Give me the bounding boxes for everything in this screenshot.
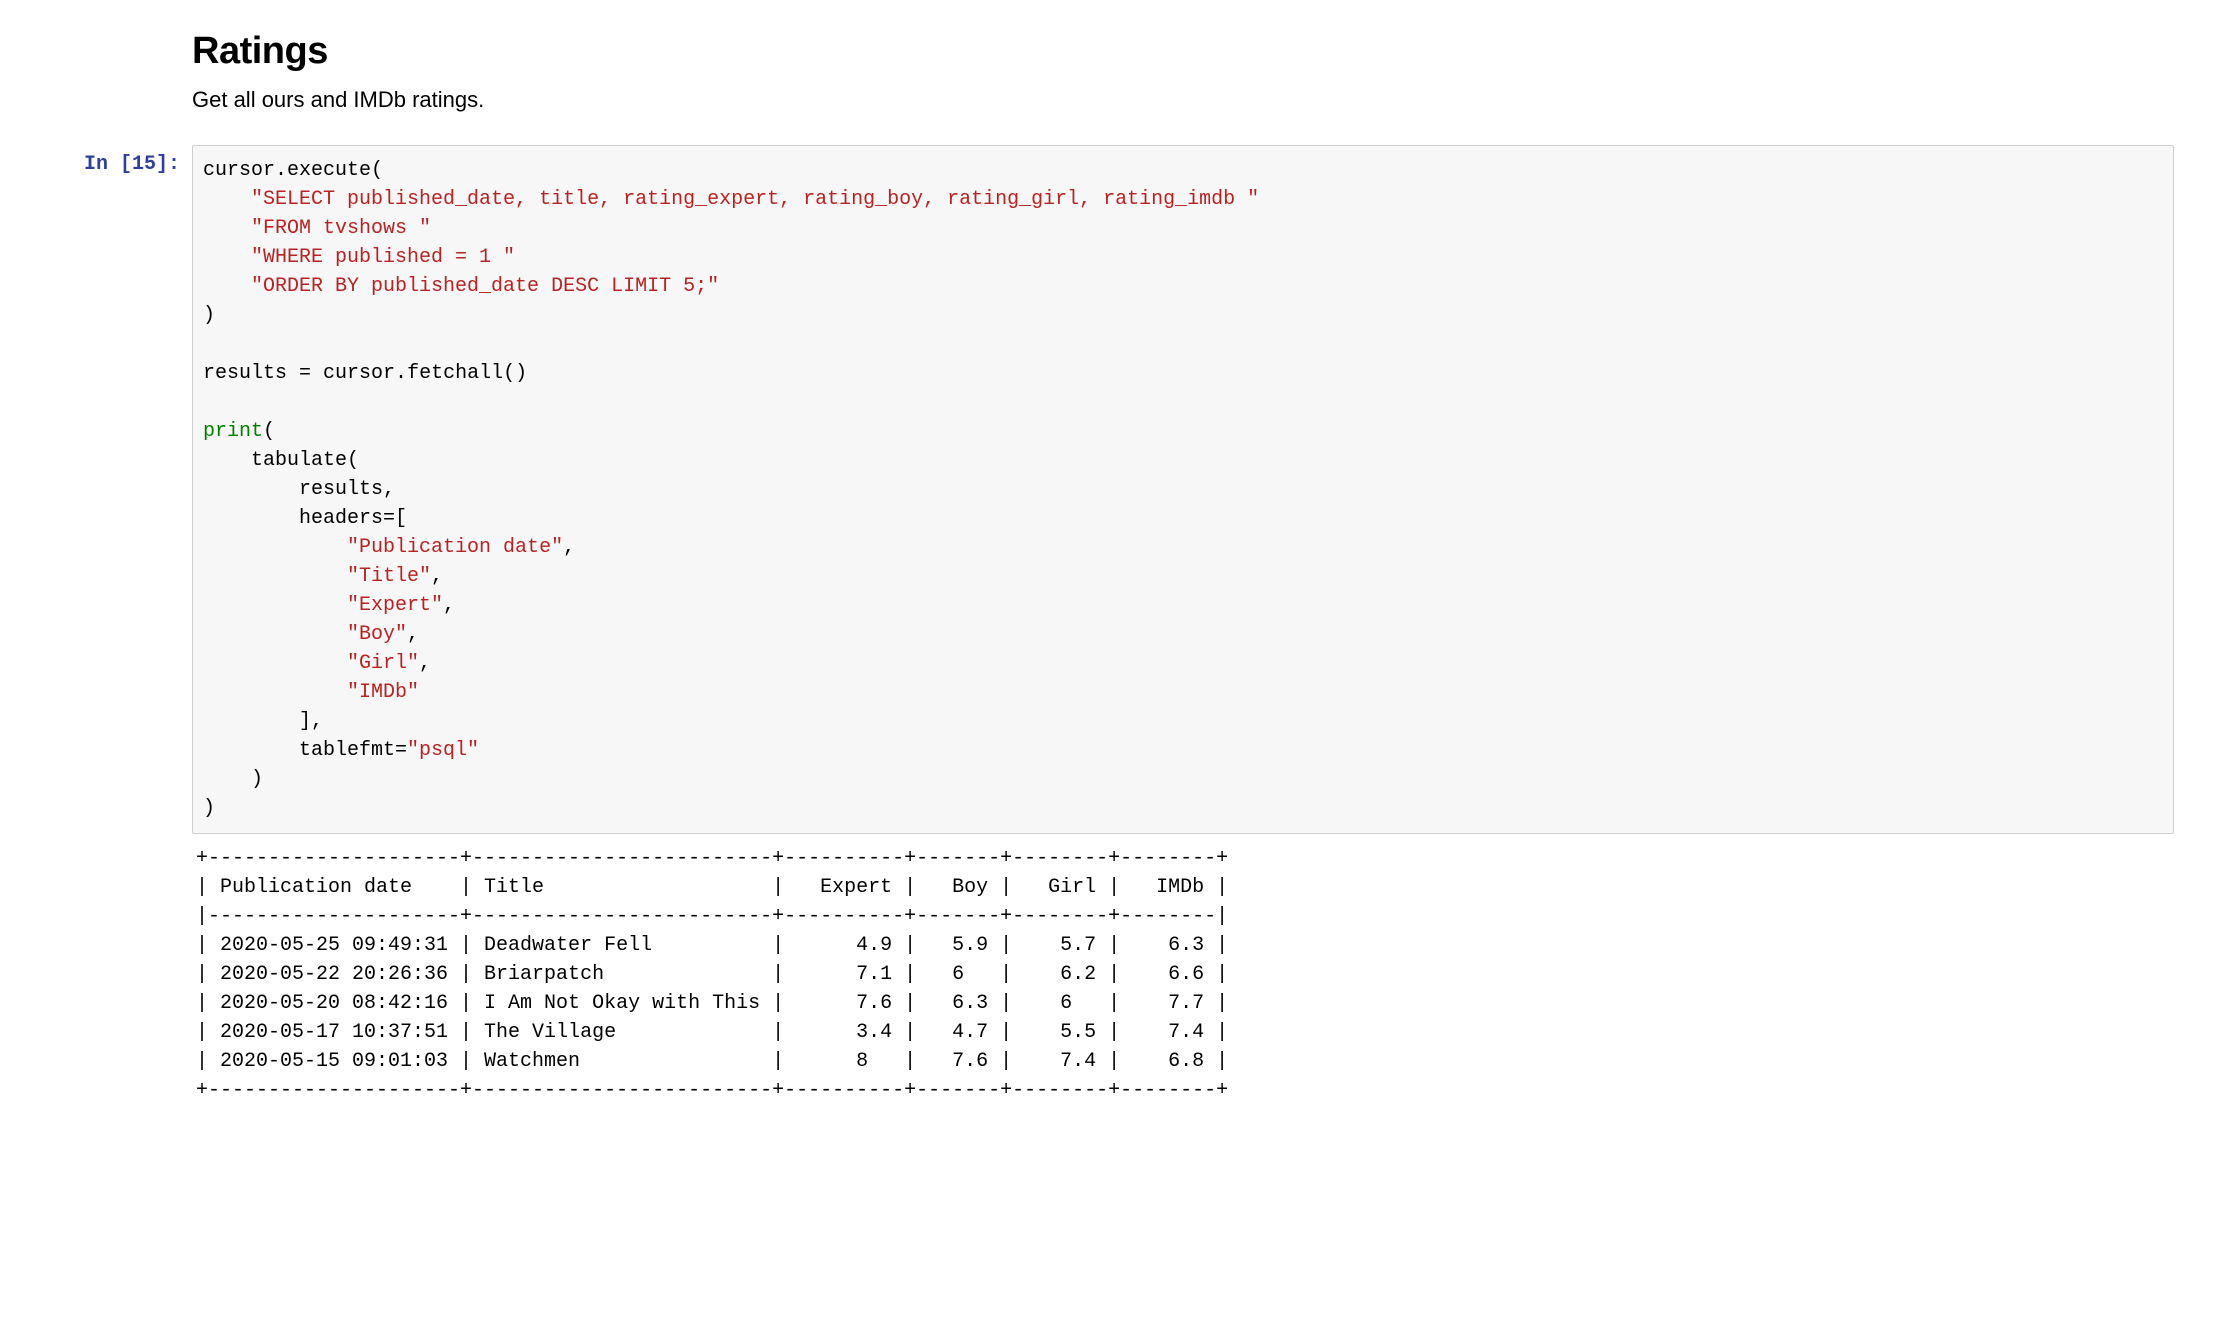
output-cell: +---------------------+-----------------… [0,834,2214,1105]
input-prompt: In [15]: [84,153,180,176]
markdown-cell: Ratings Get all ours and IMDb ratings. [0,20,2214,145]
output-line: |---------------------+-----------------… [196,905,1228,928]
code-source: cursor.execute( "SELECT published_date, … [203,156,2163,823]
section-heading: Ratings [192,30,2214,73]
output-line: | 2020-05-17 10:37:51 | The Village | 3.… [196,1021,1228,1044]
output-line: | 2020-05-25 09:49:31 | Deadwater Fell |… [196,934,1228,957]
output-line: | 2020-05-20 08:42:16 | I Am Not Okay wi… [196,992,1228,1015]
output-line: | 2020-05-15 09:01:03 | Watchmen | 8 | 7… [196,1050,1228,1073]
output-line: +---------------------+-----------------… [196,847,1228,870]
code-input-area[interactable]: cursor.execute( "SELECT published_date, … [192,145,2174,834]
output-line: +---------------------+-----------------… [196,1079,1228,1102]
section-description: Get all ours and IMDb ratings. [192,87,2214,113]
output-line: | 2020-05-22 20:26:36 | Briarpatch | 7.1… [196,963,1228,986]
code-cell: In [15]: cursor.execute( "SELECT publish… [0,145,2214,834]
output-line: | Publication date | Title | Expert | Bo… [196,876,1228,899]
stdout-output: +---------------------+-----------------… [192,834,2174,1105]
